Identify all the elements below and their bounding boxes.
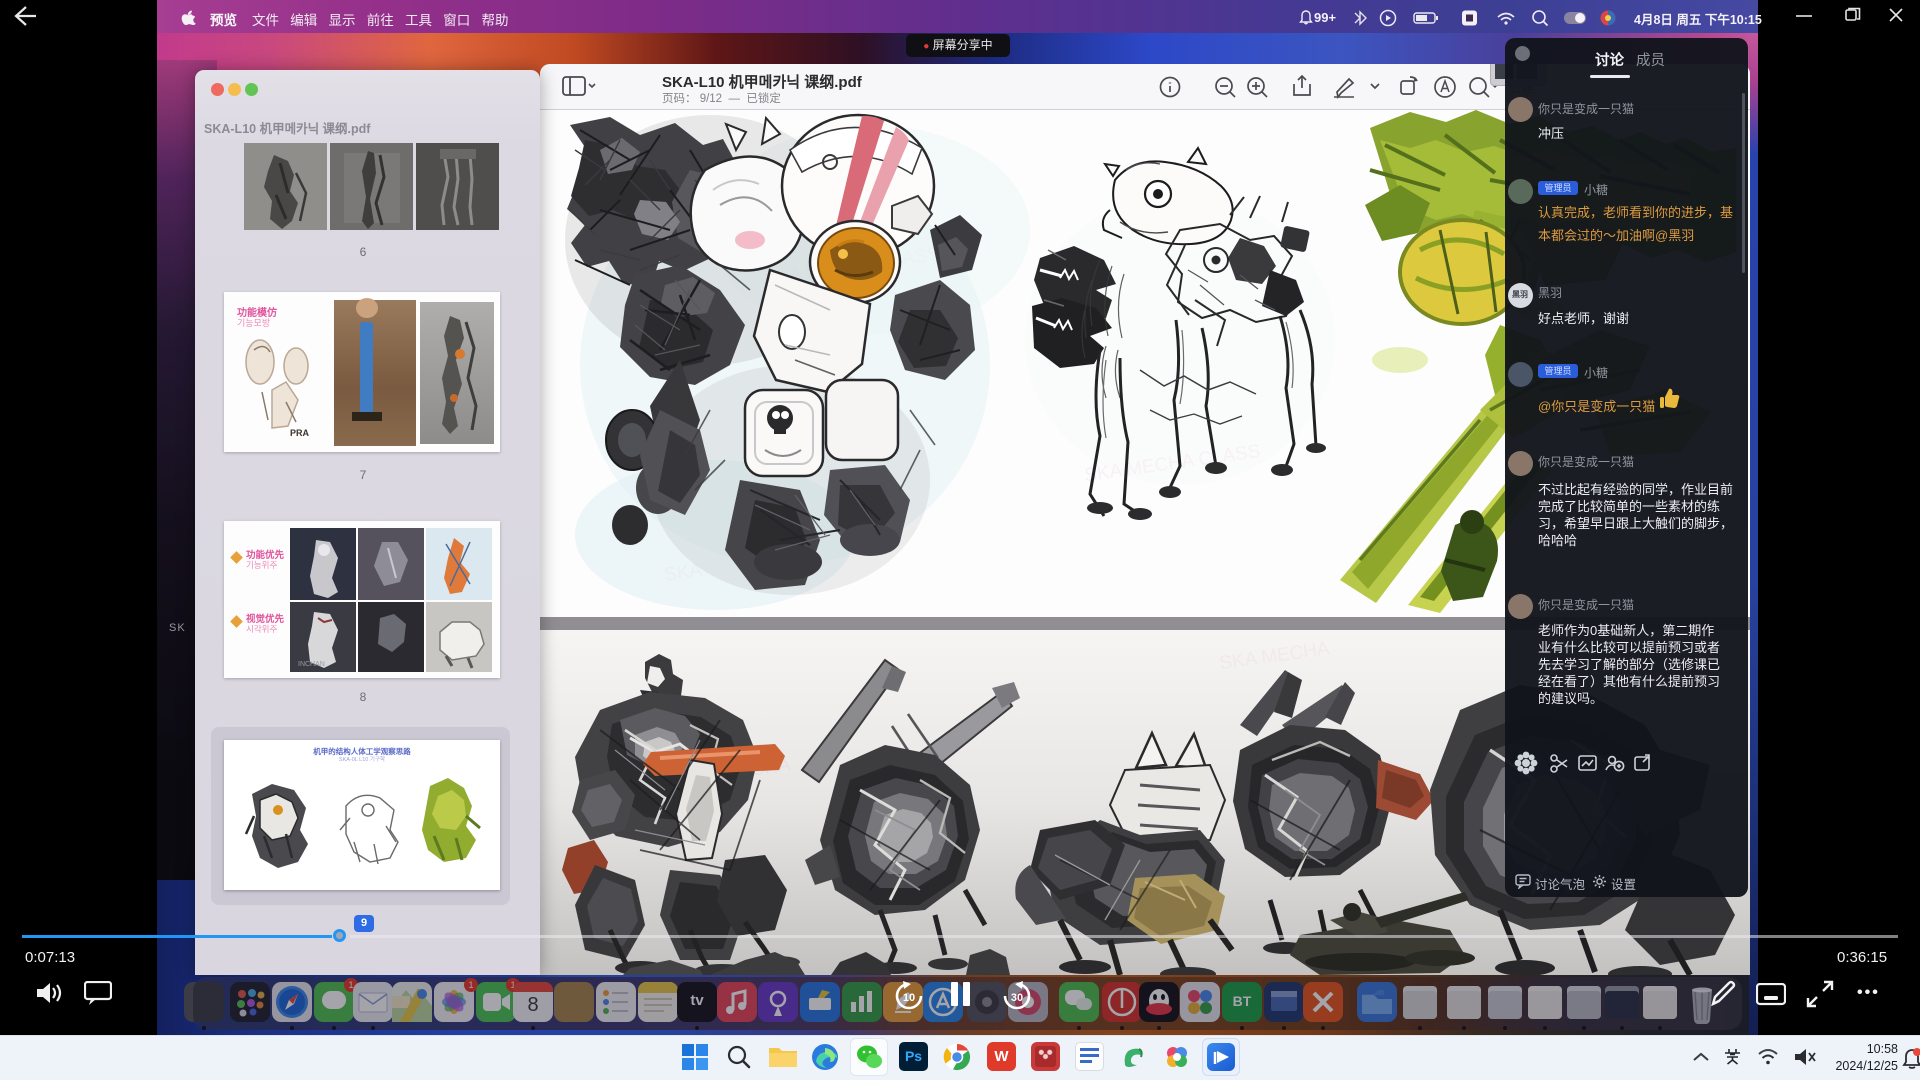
svg-text:PRA: PRA bbox=[290, 428, 310, 438]
svg-text:99+: 99+ bbox=[1314, 10, 1336, 25]
svg-text:10: 10 bbox=[903, 992, 915, 1004]
svg-text:INCHAN: INCHAN bbox=[298, 661, 325, 668]
svg-text:30: 30 bbox=[1011, 992, 1023, 1004]
